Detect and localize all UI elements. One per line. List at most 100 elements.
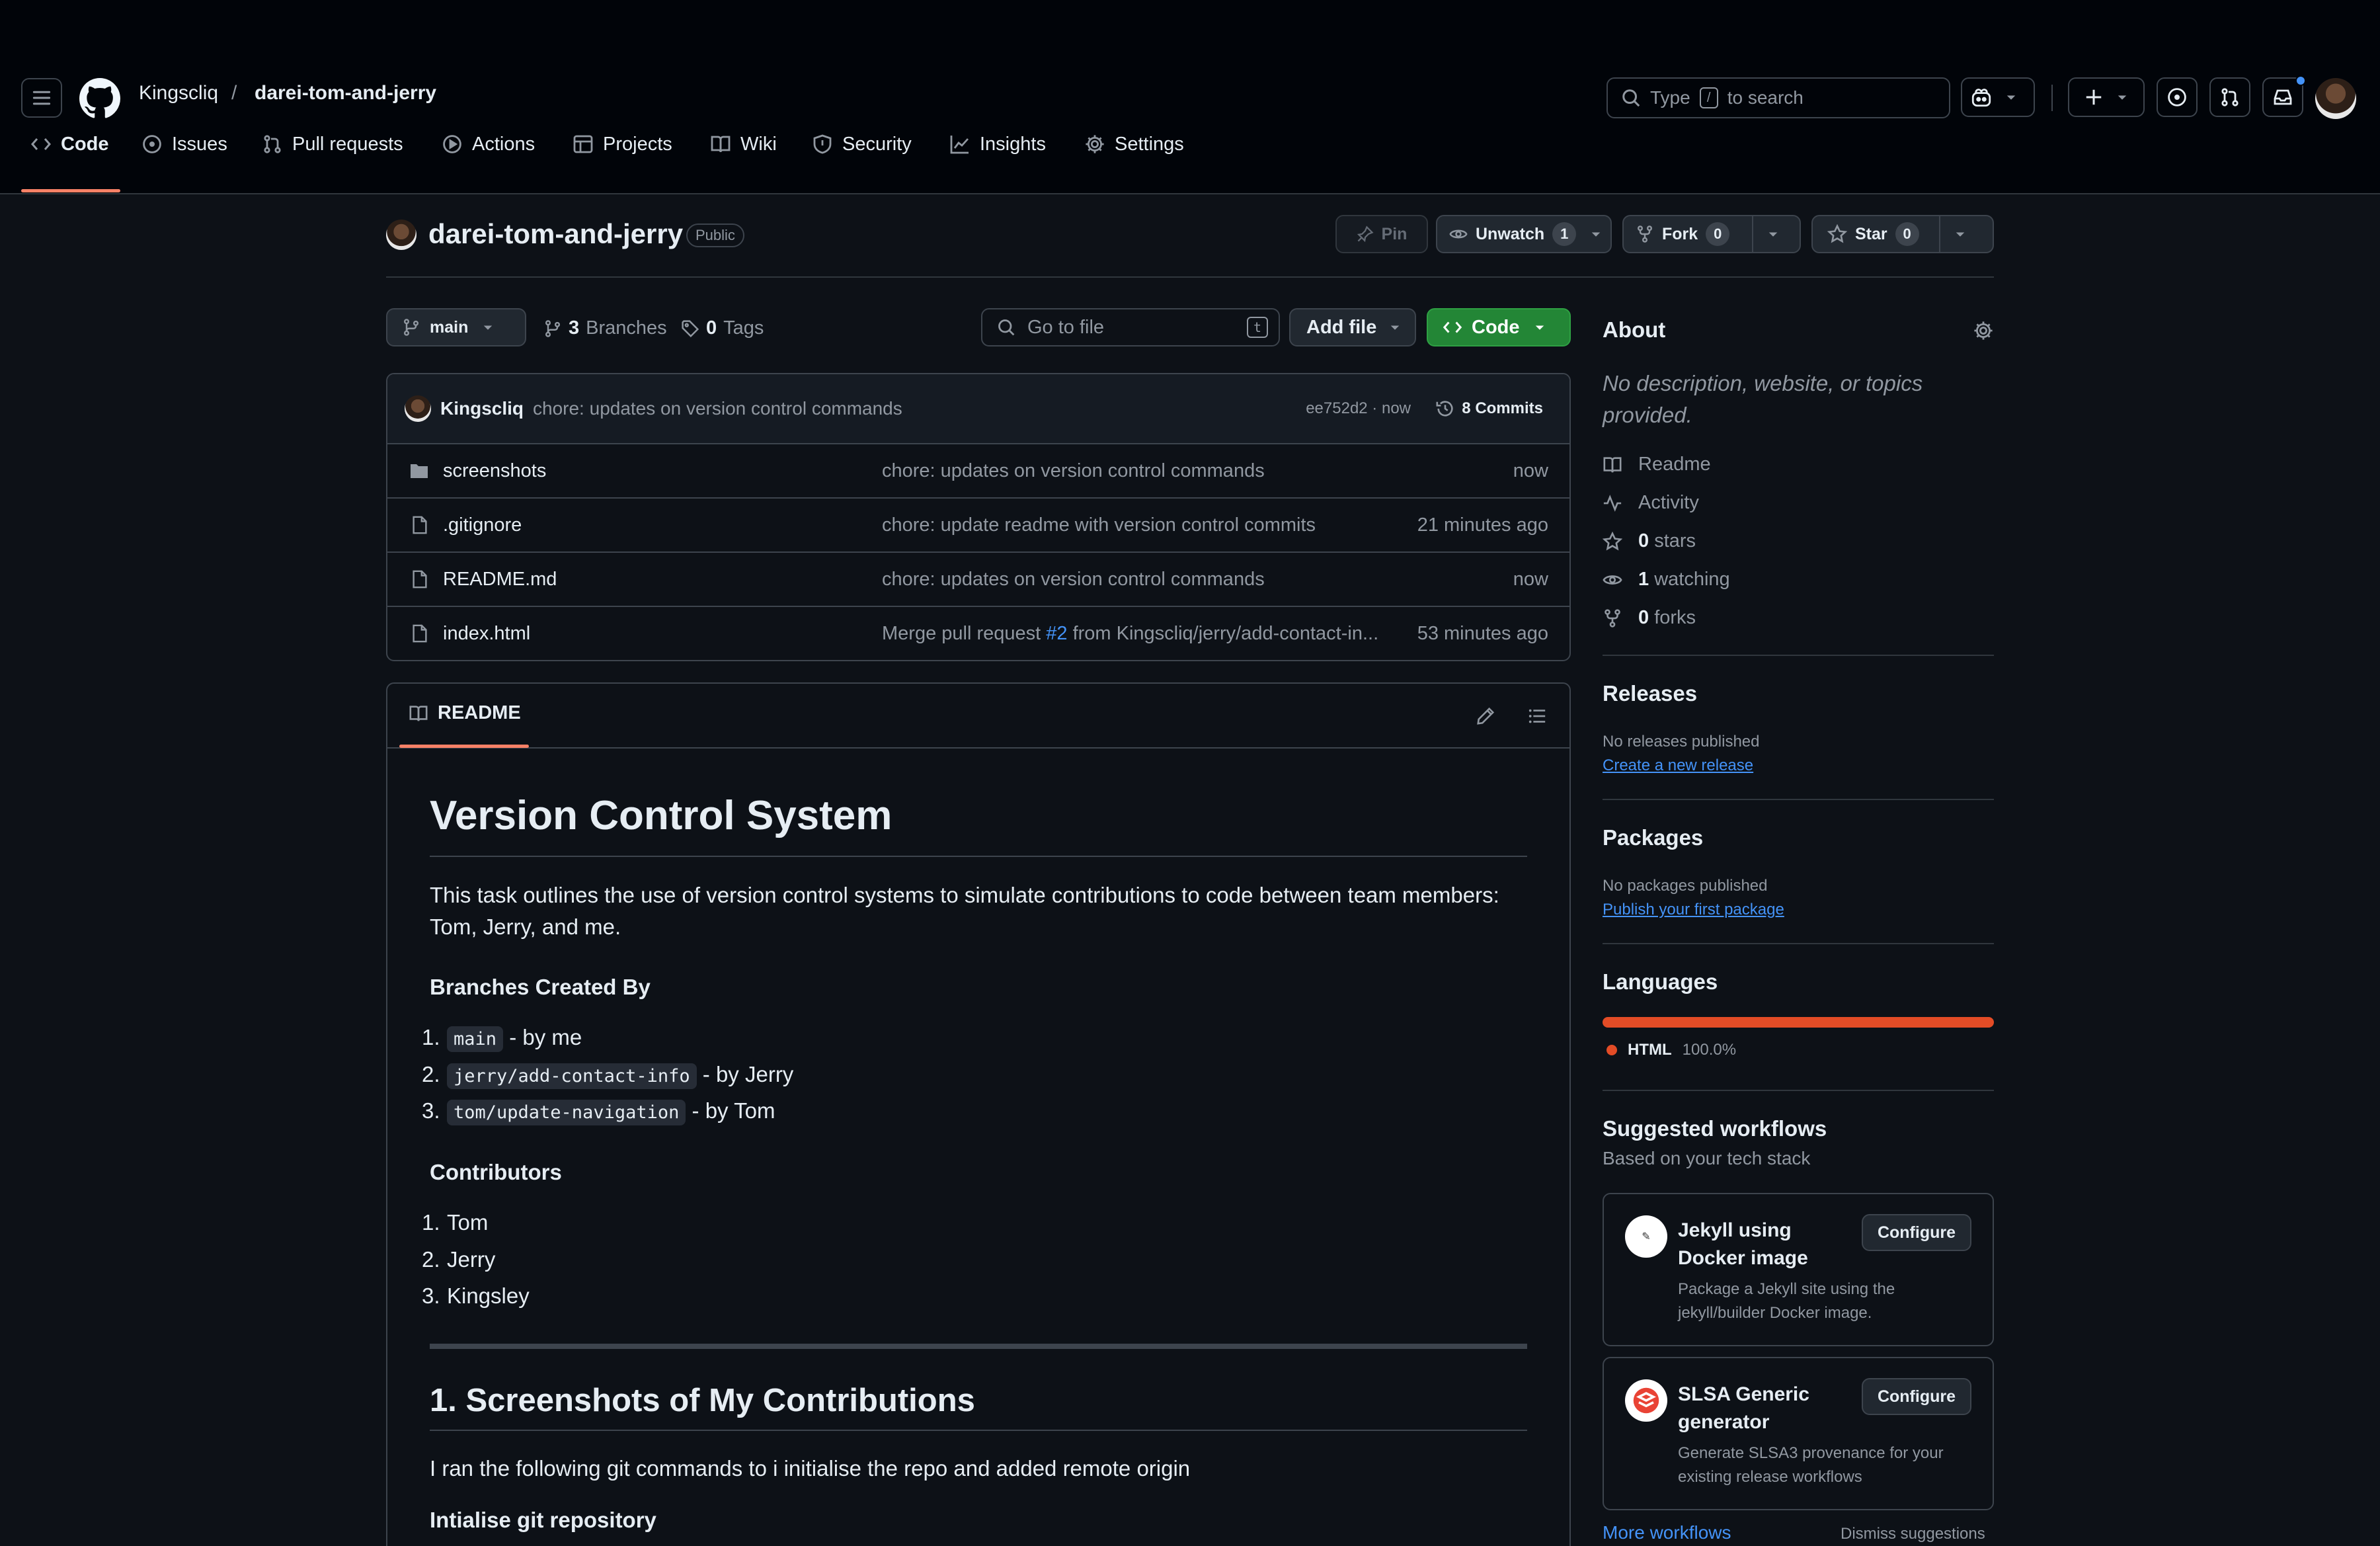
add-file-button[interactable]: Add file [1289,308,1416,346]
issues-button[interactable] [2157,77,2198,117]
global-header: Kingscliq / darei-tom-and-jerry Type / t… [0,58,2380,194]
list-item: 2. Jerry [422,1247,495,1272]
unwatch-button[interactable]: Unwatch 1 [1436,215,1612,253]
branches-link[interactable]: 3 Branches [543,317,667,339]
create-release-link[interactable]: Create a new release [1603,756,1753,775]
tab-settings[interactable]: Settings [1084,126,1184,163]
commit-author[interactable]: Kingscliq [440,398,524,419]
commit-hash-time[interactable]: ee752d2 · now [1306,399,1411,418]
repo-owner-avatar[interactable] [386,220,416,250]
commit-author-avatar[interactable] [405,395,431,422]
pull-request-icon [2221,88,2239,106]
activity-link[interactable]: Activity [1603,492,1699,514]
pencil-icon[interactable] [1476,706,1495,726]
file-name[interactable]: .gitignore [443,514,522,536]
gear-icon[interactable] [1973,320,1994,341]
file-row[interactable]: index.html Merge pull request #2 from Ki… [387,606,1569,660]
languages-heading: Languages [1603,969,1718,994]
breadcrumb-repo[interactable]: darei-tom-and-jerry [255,82,436,104]
forks-link[interactable]: 0 forks [1603,607,1696,629]
file-icon [413,624,427,643]
publish-package-link[interactable]: Publish your first package [1603,901,1784,919]
subheading: Intialise git repository [430,1508,656,1532]
star-label: Star [1855,224,1887,243]
menu-button[interactable] [21,78,62,118]
breadcrumb-owner[interactable]: Kingscliq [139,82,218,104]
tab-projects[interactable]: Projects [573,126,672,163]
contributor-name: Kingsley [447,1283,530,1308]
chevron-down-icon [1956,232,1964,237]
go-to-file-input[interactable]: Go to file t [981,308,1280,346]
file-time: 53 minutes ago [1417,622,1548,644]
fork-count: 0 [1706,222,1730,246]
commits-link[interactable]: 8 Commits [1435,399,1543,419]
chevron-down-icon [1591,232,1601,237]
repo-title[interactable]: darei-tom-and-jerry [428,218,683,250]
file-commit-message[interactable]: chore: updates on version control comman… [882,460,1265,482]
tags-label: Tags [723,317,764,339]
releases-heading[interactable]: Releases [1603,681,1697,706]
branch-selector[interactable]: main [386,308,526,346]
dismiss-suggestions-link[interactable]: Dismiss suggestions [1841,1525,1985,1543]
watching-link[interactable]: 1 watching [1603,569,1730,590]
pin-button[interactable]: Pin [1335,215,1428,253]
fork-button[interactable]: Fork 0 [1622,215,1801,253]
tab-code[interactable]: Code [30,126,109,163]
tab-issues[interactable]: Issues [141,126,227,163]
tab-wiki[interactable]: Wiki [710,126,777,163]
list-number: 1. [422,1025,440,1049]
tags-link[interactable]: 0 Tags [681,317,764,339]
book-icon [711,136,731,153]
create-new-button[interactable] [2068,77,2145,117]
workflow-title[interactable]: Jekyll using Docker image [1678,1217,1863,1272]
file-commit-message[interactable]: chore: updates on version control comman… [882,569,1265,590]
branch-icon [545,319,561,337]
file-commit-message[interactable]: chore: update readme with version contro… [882,514,1316,536]
workflow-title[interactable]: SLSA Generic generator [1678,1381,1863,1436]
file-name[interactable]: README.md [443,569,557,590]
tab-actions[interactable]: Actions [442,126,535,163]
pull-requests-button[interactable] [2209,77,2250,117]
user-avatar[interactable] [2315,78,2356,119]
packages-heading[interactable]: Packages [1603,825,1703,850]
table-icon [573,135,593,153]
tab-pull-requests[interactable]: Pull requests [262,126,403,163]
file-name[interactable]: screenshots [443,460,546,482]
stars-link[interactable]: 0 stars [1603,530,1696,552]
star-divider [1938,216,1940,253]
workflow-description: Generate SLSA3 provenance for your exist… [1678,1444,1944,1486]
file-commit-message[interactable]: Merge pull request #2 from Kingscliq/jer… [882,623,1378,645]
list-icon[interactable] [1527,706,1547,726]
github-logo-icon[interactable] [79,78,120,119]
watch-count: 1 [1552,222,1577,246]
chevron-down-icon [2006,95,2016,100]
releases-empty: No releases published [1603,733,1760,751]
configure-button[interactable]: Configure [1861,1214,1971,1251]
commit-message[interactable]: chore: updates on version control comman… [533,398,902,419]
tab-security[interactable]: Security [812,126,912,163]
configure-button[interactable]: Configure [1861,1378,1971,1415]
global-search-input[interactable]: Type / to search [1606,77,1950,118]
search-suffix: to search [1727,87,1804,108]
file-name[interactable]: index.html [443,623,530,645]
file-row[interactable]: screenshots chore: updates on version co… [387,443,1569,497]
copilot-button[interactable] [1961,77,2035,117]
file-row[interactable]: README.md chore: updates on version cont… [387,551,1569,606]
tab-insights[interactable]: Insights [949,126,1046,163]
workflow-card: SLSA Generic generator Configure Generat… [1603,1357,1994,1510]
inbox-icon [2274,89,2292,105]
chevron-down-icon [2118,95,2127,100]
star-button[interactable]: Star 0 [1811,215,1994,253]
readme-link[interactable]: Readme [1603,454,1711,475]
code-button[interactable]: Code [1427,308,1571,346]
pull-request-link[interactable]: #2 [1046,623,1067,644]
language-item[interactable]: HTML 100.0% [1606,1041,1736,1059]
file-icon [413,570,427,589]
workflow-description: Package a Jekyll site using the jekyll/b… [1678,1280,1895,1322]
file-row[interactable]: .gitignore chore: update readme with ver… [387,497,1569,551]
more-workflows-link[interactable]: More workflows [1603,1522,1731,1543]
readme-tab[interactable]: README [409,702,521,724]
readme-header: README [387,684,1569,749]
eye-icon [1449,229,1468,239]
tab-code-label: Code [61,133,109,155]
